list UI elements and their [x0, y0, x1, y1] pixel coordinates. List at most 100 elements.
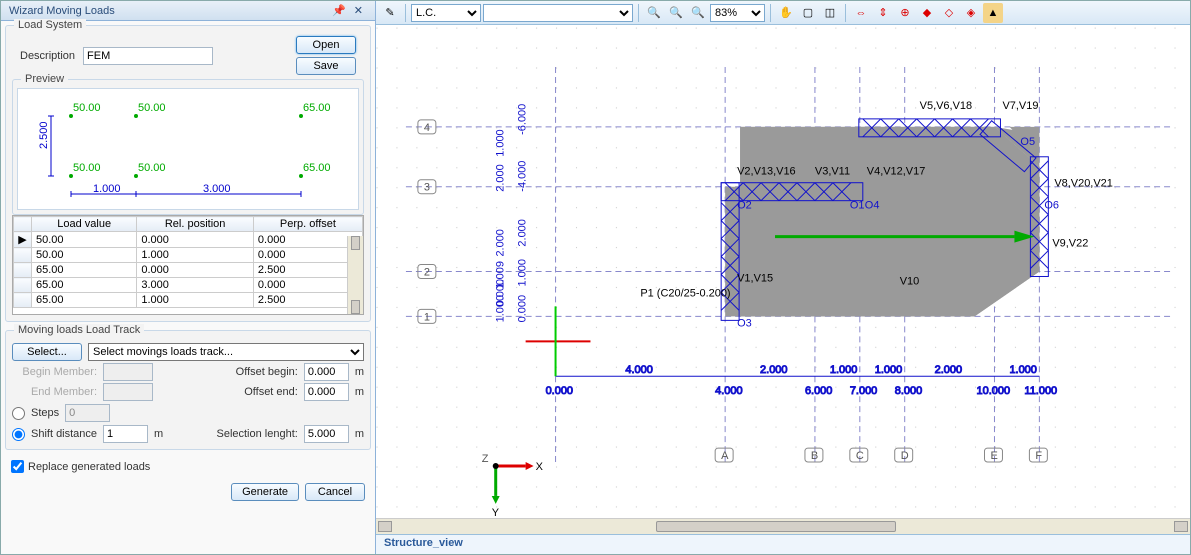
loads-table[interactable]: Load valueRel. positionPerp. offset ▶50.… — [12, 215, 364, 315]
table-scrollbar[interactable] — [347, 236, 363, 314]
preview-group: Preview 50.00 50.00 65.00 50.00 50.00 65… — [12, 79, 364, 215]
select-track-button[interactable]: Select... — [12, 343, 82, 361]
svg-text:10.000: 10.000 — [977, 385, 1011, 397]
svg-text:65.00: 65.00 — [303, 162, 331, 174]
svg-text:11.000: 11.000 — [1024, 385, 1057, 397]
svg-text:O6: O6 — [1044, 200, 1059, 212]
svg-text:O2: O2 — [737, 200, 752, 212]
zoom-window-icon[interactable]: 🔍 — [688, 3, 708, 23]
svg-text:P1 (C20/25-0.200): P1 (C20/25-0.200) — [640, 287, 730, 299]
replace-checkbox-row: Replace generated loads — [11, 460, 365, 473]
svg-text:1.009: 1.009 — [495, 261, 507, 288]
svg-text:0.000: 0.000 — [546, 385, 573, 397]
zoom-extents-icon[interactable]: 🔍 — [666, 3, 686, 23]
svg-text:3: 3 — [424, 182, 430, 194]
svg-text:V10: V10 — [900, 275, 920, 287]
close-icon[interactable]: ✕ — [350, 4, 367, 17]
svg-text:50.00: 50.00 — [73, 162, 101, 174]
svg-text:-4.000: -4.000 — [517, 161, 529, 192]
svg-text:V1,V15: V1,V15 — [737, 272, 773, 284]
view-default-icon[interactable]: ▲ — [983, 3, 1003, 23]
steps-radio[interactable] — [12, 407, 25, 420]
panel-title-bar: Wizard Moving Loads 📌 ✕ — [1, 1, 375, 21]
svg-text:2: 2 — [424, 266, 430, 278]
svg-text:4.000: 4.000 — [625, 364, 652, 376]
load-track-group: Moving loads Load Track Select... Select… — [5, 330, 371, 450]
status-tab[interactable]: Structure_view — [376, 534, 1190, 554]
svg-text:3.000: 3.000 — [203, 183, 231, 195]
svg-text:50.00: 50.00 — [138, 102, 166, 114]
svg-text:Y: Y — [492, 507, 500, 518]
wizard-panel: Wizard Moving Loads 📌 ✕ Load System Desc… — [1, 1, 376, 554]
svg-text:O1: O1 — [850, 200, 865, 212]
svg-text:V2,V13,V16: V2,V13,V16 — [737, 166, 796, 178]
table-row: 65.001.0002.500 — [14, 293, 363, 308]
end-member-label: End Member: — [12, 386, 97, 398]
generate-button[interactable]: Generate — [231, 483, 299, 501]
lc-select[interactable]: L.C. — [411, 4, 481, 22]
box3d-icon[interactable]: ◫ — [820, 3, 840, 23]
canvas-hscroll[interactable] — [376, 518, 1190, 534]
offset-end-label: Offset end: — [244, 386, 298, 398]
svg-text:1.000: 1.000 — [93, 183, 121, 195]
track-select[interactable]: Select movings loads track... — [88, 343, 364, 361]
svg-text:1: 1 — [424, 311, 430, 323]
replace-checkbox[interactable] — [11, 460, 24, 473]
view-z-icon[interactable]: ⊕ — [895, 3, 915, 23]
view-iso3-icon[interactable]: ◈ — [961, 3, 981, 23]
steps-label: Steps — [31, 407, 59, 419]
svg-text:65.00: 65.00 — [303, 102, 331, 114]
toolbar: ✎ L.C. 🔍 🔍 🔍 83% ✋ ▢ ◫ ⇔ ⇕ ⊕ ◆ ◇ ◈ ▲ — [376, 1, 1190, 25]
svg-text:1.000: 1.000 — [830, 364, 857, 376]
svg-text:O4: O4 — [865, 200, 880, 212]
svg-text:E: E — [990, 450, 997, 462]
svg-text:V3,V11: V3,V11 — [815, 166, 850, 178]
load-track-label: Moving loads Load Track — [14, 324, 144, 336]
selection-length-input[interactable] — [304, 425, 349, 443]
svg-text:C: C — [856, 450, 864, 462]
description-label: Description — [20, 50, 75, 62]
view-y-icon[interactable]: ⇕ — [873, 3, 893, 23]
svg-text:2.000: 2.000 — [517, 219, 529, 246]
pencil-icon[interactable]: ✎ — [380, 3, 400, 23]
svg-text:V5,V6,V18: V5,V6,V18 — [920, 100, 972, 112]
table-row: ▶50.000.0000.000 — [14, 232, 363, 248]
pin-icon[interactable]: 📌 — [328, 4, 350, 17]
preview-canvas: 50.00 50.00 65.00 50.00 50.00 65.00 2.50… — [17, 88, 359, 210]
shift-input[interactable] — [103, 425, 148, 443]
box-icon[interactable]: ▢ — [798, 3, 818, 23]
svg-text:2.000: 2.000 — [935, 364, 962, 376]
table-row: 65.000.0002.500 — [14, 263, 363, 278]
shift-radio[interactable] — [12, 428, 25, 441]
svg-text:2.000: 2.000 — [495, 164, 507, 191]
cancel-button[interactable]: Cancel — [305, 483, 365, 501]
svg-text:50.00: 50.00 — [73, 102, 101, 114]
view-x-icon[interactable]: ⇔ — [851, 3, 871, 23]
steps-input — [65, 404, 110, 422]
shift-label: Shift distance — [31, 428, 97, 440]
svg-text:6.000: 6.000 — [805, 385, 832, 397]
table-row: 50.001.0000.000 — [14, 248, 363, 263]
description-input[interactable] — [83, 47, 213, 65]
svg-text:1.000: 1.000 — [875, 364, 902, 376]
begin-member-input — [103, 363, 153, 381]
view-iso2-icon[interactable]: ◇ — [939, 3, 959, 23]
view-iso1-icon[interactable]: ◆ — [917, 3, 937, 23]
pan-icon[interactable]: ✋ — [776, 3, 796, 23]
offset-end-input[interactable] — [304, 383, 349, 401]
save-button[interactable]: Save — [296, 57, 356, 75]
end-member-input — [103, 383, 153, 401]
open-button[interactable]: Open — [296, 36, 356, 54]
zoom-in-icon[interactable]: 🔍 — [644, 3, 664, 23]
lc-name-select[interactable] — [483, 4, 633, 22]
zoom-select[interactable]: 83% — [710, 4, 765, 22]
svg-text:Z: Z — [482, 453, 489, 465]
structure-canvas[interactable]: 1 2 3 4 A B C D E F — [376, 25, 1190, 518]
svg-text:A: A — [721, 450, 729, 462]
svg-text:0.000: 0.000 — [517, 295, 529, 322]
panel-title: Wizard Moving Loads — [9, 5, 328, 17]
svg-text:2.000: 2.000 — [760, 364, 787, 376]
offset-begin-input[interactable] — [304, 363, 349, 381]
table-row: 65.003.0000.000 — [14, 278, 363, 293]
svg-text:B: B — [811, 450, 818, 462]
